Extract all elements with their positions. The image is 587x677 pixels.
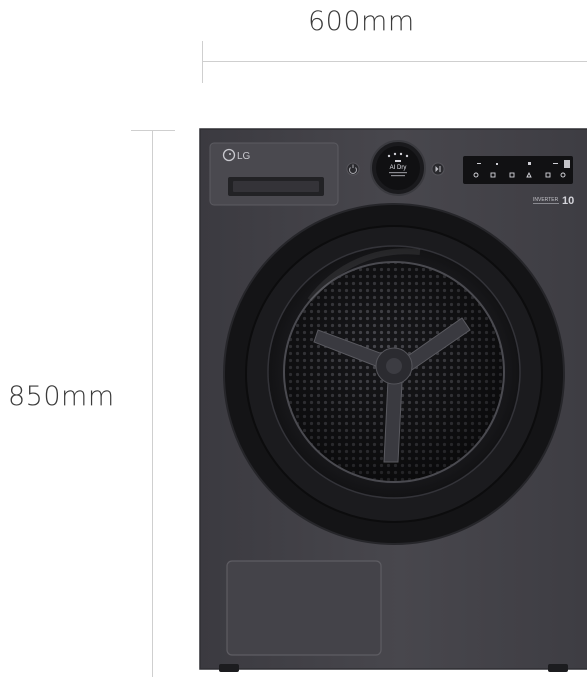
filter-access-panel[interactable] xyxy=(226,560,382,656)
svg-text:10: 10 xyxy=(562,195,574,207)
program-dial[interactable]: AI Dry xyxy=(370,140,426,196)
dial-display-text: AI Dry xyxy=(390,165,407,171)
start-pause-button[interactable] xyxy=(431,162,445,176)
front-foot-right xyxy=(548,664,568,672)
brand-label: LG xyxy=(237,151,251,162)
touch-control-panel xyxy=(463,156,573,184)
front-foot-left xyxy=(219,664,239,672)
svg-text:INVERTER: INVERTER xyxy=(533,197,559,203)
dryer-illustration: LG AI Dry INVERTER 10 xyxy=(199,128,587,672)
power-button[interactable] xyxy=(346,162,360,176)
